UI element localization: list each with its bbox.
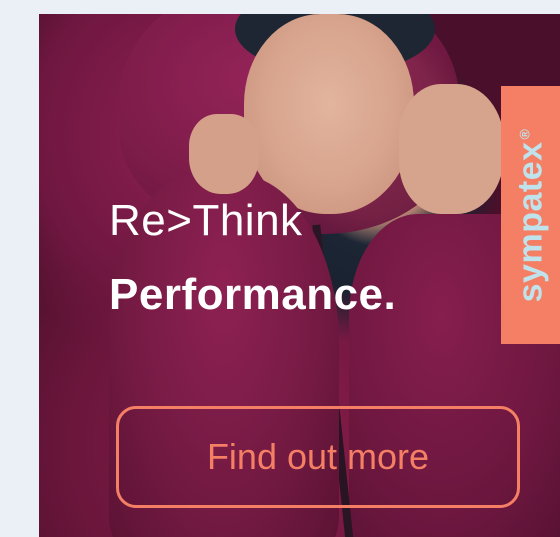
sympatex-ad-banner[interactable]: Re>Think Performance. sympatex® Find out…: [39, 14, 560, 537]
headline-performance: Performance.: [109, 270, 397, 319]
cta-label: Find out more: [206, 436, 430, 477]
right-hand: [399, 84, 504, 214]
brand-name: sympatex: [511, 140, 550, 302]
find-out-more-button[interactable]: Find out more: [116, 406, 520, 508]
brand-logo: sympatex®: [511, 128, 550, 302]
registered-mark: ®: [515, 128, 532, 139]
left-hand: [189, 114, 259, 194]
headline-rethink: Re>Think: [109, 196, 303, 245]
brand-logo-tab[interactable]: sympatex®: [501, 86, 560, 344]
